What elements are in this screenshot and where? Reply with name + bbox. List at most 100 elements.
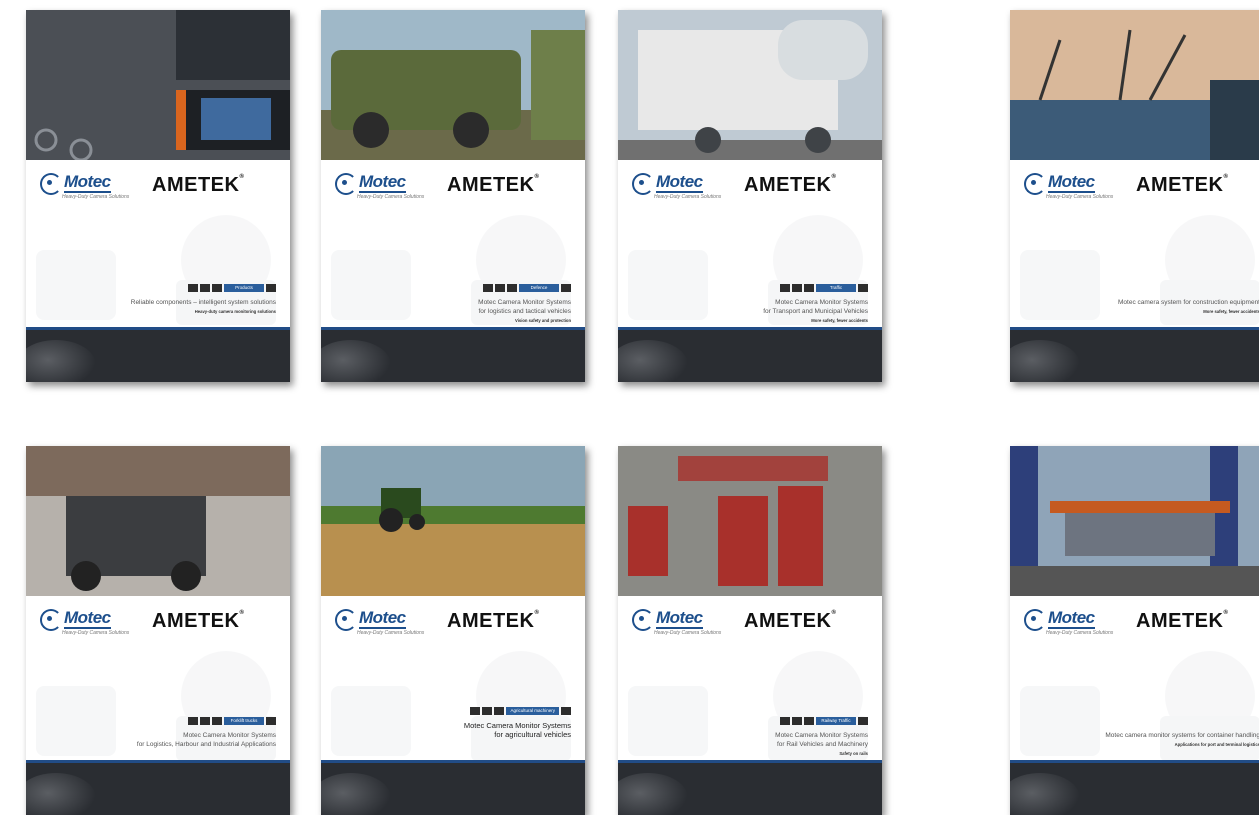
brochure-subtitle: More safety, fewer accidents bbox=[1203, 309, 1259, 314]
category-label: Products bbox=[224, 284, 264, 292]
motec-logo: Motec Heavy-Duty Camera Solutions bbox=[335, 608, 424, 636]
category-bar: Traffic bbox=[780, 284, 868, 292]
cover-footer bbox=[26, 760, 290, 815]
category-label: Agricultural machinery bbox=[506, 707, 559, 715]
forklift-photo bbox=[26, 446, 290, 596]
motec-tagline: Heavy-Duty Camera Solutions bbox=[357, 630, 425, 636]
camera-lens-graphic bbox=[321, 340, 391, 382]
camera-lens-graphic bbox=[1010, 340, 1080, 382]
brochure-subtitle: Vision safety and protection bbox=[515, 318, 571, 323]
motec-logo: Motec Heavy-Duty Camera Solutions bbox=[1024, 172, 1113, 200]
brochure-cover-forklift[interactable]: Motec Heavy-Duty Camera Solutions AMETEK… bbox=[26, 446, 290, 815]
motec-tagline: Heavy-Duty Camera Solutions bbox=[1046, 194, 1114, 200]
ametek-logo: AMETEK® bbox=[744, 610, 837, 632]
brochure-cover-traffic[interactable]: Motec Heavy-Duty Camera Solutions AMETEK… bbox=[618, 10, 882, 382]
brochure-subtitle: Heavy-duty camera monitoring solutions bbox=[194, 309, 276, 314]
cover-footer bbox=[321, 760, 585, 815]
garbage-truck-photo bbox=[618, 10, 882, 160]
cover-footer bbox=[26, 327, 290, 382]
ametek-logo: AMETEK® bbox=[744, 174, 837, 196]
motec-ring-icon bbox=[40, 609, 62, 631]
camera-watermark-graphic bbox=[321, 646, 585, 766]
ametek-logo: AMETEK® bbox=[1136, 174, 1229, 196]
cover-footer bbox=[321, 327, 585, 382]
motec-ring-icon bbox=[1024, 173, 1046, 195]
brochure-cover-construction[interactable]: Motec Heavy-Duty Camera Solutions AMETEK… bbox=[1010, 10, 1259, 382]
camera-watermark-graphic bbox=[1010, 646, 1259, 766]
motec-logo: Motec Heavy-Duty Camera Solutions bbox=[40, 172, 129, 200]
motec-wordmark: Motec bbox=[656, 172, 703, 193]
brochure-subtitle: Safety on rails bbox=[839, 751, 868, 756]
brochure-cover-products[interactable]: Motec Heavy-Duty Camera Solutions AMETEK… bbox=[26, 10, 290, 382]
ametek-logo: AMETEK® bbox=[1136, 610, 1229, 632]
brochure-title: Motec Camera Monitor Systems for Rail Ve… bbox=[775, 732, 868, 748]
motec-wordmark: Motec bbox=[1048, 172, 1095, 193]
ametek-logo: AMETEK® bbox=[447, 610, 540, 632]
brochure-title: Motec Camera Monitor Systems for agricul… bbox=[463, 721, 571, 739]
motec-wordmark: Motec bbox=[64, 608, 111, 629]
ametek-logo: AMETEK® bbox=[152, 610, 245, 632]
motec-logo: Motec Heavy-Duty Camera Solutions bbox=[632, 608, 721, 636]
brochure-cover-port[interactable]: Motec Heavy-Duty Camera Solutions AMETEK… bbox=[1010, 446, 1259, 815]
brochure-cover-rail[interactable]: Motec Heavy-Duty Camera Solutions AMETEK… bbox=[618, 446, 882, 815]
camera-lens-graphic bbox=[321, 773, 391, 815]
category-label: Forklift trucks bbox=[224, 717, 264, 725]
motec-tagline: Heavy-Duty Camera Solutions bbox=[654, 630, 722, 636]
motec-wordmark: Motec bbox=[359, 608, 406, 629]
motec-ring-icon bbox=[335, 173, 357, 195]
armored-vehicle-photo bbox=[321, 10, 585, 160]
camera-lens-graphic bbox=[618, 773, 688, 815]
category-bar: Defence bbox=[483, 284, 571, 292]
motec-ring-icon bbox=[335, 609, 357, 631]
motec-tagline: Heavy-Duty Camera Solutions bbox=[654, 194, 722, 200]
brand-logos: Motec Heavy-Duty Camera Solutions AMETEK… bbox=[618, 602, 882, 642]
brand-logos: Motec Heavy-Duty Camera Solutions AMETEK… bbox=[26, 166, 290, 206]
motec-ring-icon bbox=[1024, 609, 1046, 631]
motec-logo: Motec Heavy-Duty Camera Solutions bbox=[40, 608, 129, 636]
camera-lens-graphic bbox=[618, 340, 688, 382]
motec-ring-icon bbox=[632, 173, 654, 195]
category-label: Traffic bbox=[816, 284, 856, 292]
brochure-cover-defence[interactable]: Motec Heavy-Duty Camera Solutions AMETEK… bbox=[321, 10, 585, 382]
ametek-logo: AMETEK® bbox=[447, 174, 540, 196]
camera-lens-graphic bbox=[1010, 773, 1080, 815]
motec-logo: Motec Heavy-Duty Camera Solutions bbox=[632, 172, 721, 200]
container-crane-photo bbox=[1010, 446, 1259, 596]
brochure-title: Motec Camera Monitor Systems for Logisti… bbox=[136, 732, 276, 748]
brochure-cover-agri[interactable]: Motec Heavy-Duty Camera Solutions AMETEK… bbox=[321, 446, 585, 815]
brand-logos: Motec Heavy-Duty Camera Solutions AMETEK… bbox=[321, 166, 585, 206]
brand-logos: Motec Heavy-Duty Camera Solutions AMETEK… bbox=[1010, 166, 1259, 206]
motec-wordmark: Motec bbox=[64, 172, 111, 193]
motec-logo: Motec Heavy-Duty Camera Solutions bbox=[335, 172, 424, 200]
trains-photo bbox=[618, 446, 882, 596]
category-label: Railway Traffic bbox=[816, 717, 856, 725]
motec-tagline: Heavy-Duty Camera Solutions bbox=[62, 194, 130, 200]
brochure-title: Motec Camera Monitor Systems for Transpo… bbox=[763, 299, 868, 315]
tractor-field-photo bbox=[321, 446, 585, 596]
brochure-subtitle: Applications for port and terminal logis… bbox=[1174, 742, 1259, 747]
motec-tagline: Heavy-Duty Camera Solutions bbox=[357, 194, 425, 200]
motec-wordmark: Motec bbox=[1048, 608, 1095, 629]
category-bar: Railway Traffic bbox=[780, 717, 868, 725]
camera-lens-graphic bbox=[26, 773, 96, 815]
motec-wordmark: Motec bbox=[656, 608, 703, 629]
cover-footer bbox=[618, 327, 882, 382]
brochure-title: Motec Camera Monitor Systems for logisti… bbox=[478, 299, 571, 315]
brand-logos: Motec Heavy-Duty Camera Solutions AMETEK… bbox=[26, 602, 290, 642]
motec-ring-icon bbox=[40, 173, 62, 195]
ametek-logo: AMETEK® bbox=[152, 174, 245, 196]
camera-monitor-photo bbox=[26, 10, 290, 160]
motec-tagline: Heavy-Duty Camera Solutions bbox=[62, 630, 130, 636]
motec-logo: Motec Heavy-Duty Camera Solutions bbox=[1024, 608, 1113, 636]
motec-tagline: Heavy-Duty Camera Solutions bbox=[1046, 630, 1114, 636]
brochure-subtitle: More safety, fewer accidents bbox=[811, 318, 868, 323]
cover-footer bbox=[618, 760, 882, 815]
category-bar: Agricultural machinery bbox=[470, 707, 571, 715]
brand-logos: Motec Heavy-Duty Camera Solutions AMETEK… bbox=[321, 602, 585, 642]
cover-footer bbox=[1010, 760, 1259, 815]
cranes-photo bbox=[1010, 10, 1259, 160]
brochure-title: Motec camera monitor systems for contain… bbox=[1105, 732, 1259, 739]
motec-wordmark: Motec bbox=[359, 172, 406, 193]
cover-footer bbox=[1010, 327, 1259, 382]
motec-ring-icon bbox=[632, 609, 654, 631]
